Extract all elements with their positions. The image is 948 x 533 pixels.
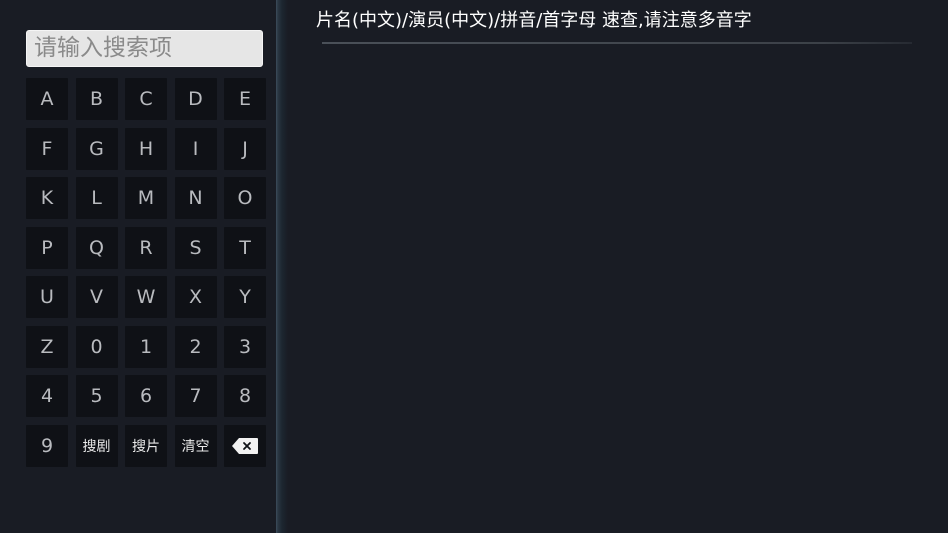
key-x[interactable]: X [174, 276, 217, 318]
key-u[interactable]: U [26, 276, 68, 318]
key-7[interactable]: 7 [174, 375, 217, 417]
key-m[interactable]: M [125, 177, 167, 219]
backspace-icon [232, 437, 258, 454]
key-e[interactable]: E [224, 78, 266, 120]
key-r[interactable]: R [125, 226, 167, 269]
key-s[interactable]: S [174, 226, 217, 269]
search-hint: 片名(中文)/演员(中文)/拼音/首字母 速查,请注意多音字 [316, 10, 752, 31]
key-n[interactable]: N [174, 177, 217, 219]
key-f[interactable]: F [26, 127, 68, 170]
key-c[interactable]: C [125, 78, 167, 120]
keyboard-panel: 请输入搜索项 A B C D E F G H I J K L M N O P Q… [0, 0, 277, 533]
key-y[interactable]: Y [224, 276, 266, 318]
key-v[interactable]: V [75, 276, 118, 318]
key-9[interactable]: 9 [26, 424, 68, 467]
key-8[interactable]: 8 [224, 375, 266, 417]
key-0[interactable]: 0 [75, 325, 118, 368]
key-g[interactable]: G [75, 127, 118, 170]
key-6[interactable]: 6 [125, 375, 167, 417]
search-screen: 请输入搜索项 A B C D E F G H I J K L M N O P Q… [0, 0, 948, 533]
panel-divider [276, 0, 288, 533]
search-series-button[interactable]: 搜剧 [75, 424, 118, 467]
key-h[interactable]: H [125, 127, 167, 170]
key-a[interactable]: A [26, 78, 68, 120]
key-5[interactable]: 5 [75, 375, 118, 417]
key-4[interactable]: 4 [26, 375, 68, 417]
search-input[interactable]: 请输入搜索项 [26, 30, 263, 67]
hint-underline [322, 42, 912, 44]
key-p[interactable]: P [26, 226, 68, 269]
key-1[interactable]: 1 [125, 325, 167, 368]
search-movie-button[interactable]: 搜片 [125, 424, 167, 467]
clear-button[interactable]: 清空 [174, 424, 217, 467]
key-l[interactable]: L [75, 177, 118, 219]
key-b[interactable]: B [75, 78, 118, 120]
on-screen-keyboard: A B C D E F G H I J K L M N O P Q R S T … [26, 78, 266, 467]
key-q[interactable]: Q [75, 226, 118, 269]
backspace-button[interactable] [224, 424, 266, 467]
key-2[interactable]: 2 [174, 325, 217, 368]
key-k[interactable]: K [26, 177, 68, 219]
key-i[interactable]: I [174, 127, 217, 170]
key-w[interactable]: W [125, 276, 167, 318]
key-z[interactable]: Z [26, 325, 68, 368]
key-d[interactable]: D [174, 78, 217, 120]
search-results-area [316, 50, 916, 520]
key-t[interactable]: T [224, 226, 266, 269]
key-o[interactable]: O [224, 177, 266, 219]
key-3[interactable]: 3 [224, 325, 266, 368]
key-j[interactable]: J [224, 127, 266, 170]
